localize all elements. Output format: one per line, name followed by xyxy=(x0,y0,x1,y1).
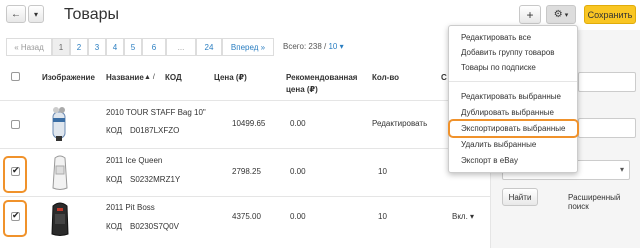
total-label: Всего: 238 / xyxy=(283,42,327,51)
product-image xyxy=(52,155,68,190)
product-code: D0187LXFZO xyxy=(130,126,180,135)
menu-item-subscription-products[interactable]: Товары по подписке xyxy=(461,63,536,72)
product-image xyxy=(51,202,69,236)
pagination-page[interactable]: 4 xyxy=(106,38,124,56)
product-code: S0232MRZ1Y xyxy=(130,175,181,184)
menu-item-delete-selected[interactable]: Удалить выбранные xyxy=(461,140,536,149)
menu-item-edit-selected[interactable]: Редактировать выбранные xyxy=(461,92,561,101)
product-name-link[interactable]: 2011 Pit Boss xyxy=(106,203,155,212)
chevron-down-icon: ▾ xyxy=(33,9,38,19)
product-code-label: КОД xyxy=(106,175,123,184)
product-price: 4375.00 xyxy=(232,212,261,221)
product-code-label: КОД xyxy=(106,222,123,231)
table-divider xyxy=(0,196,490,197)
row-checkbox[interactable] xyxy=(11,120,20,129)
product-rec-price: 0.00 xyxy=(290,212,306,221)
gear-icon: ⚙ xyxy=(553,9,563,20)
pagination-page[interactable]: 3 xyxy=(88,38,106,56)
chevron-down-icon: ▾ xyxy=(564,11,569,19)
column-header-code[interactable]: КОД xyxy=(165,72,182,84)
back-menu-button[interactable]: ▾ xyxy=(28,5,44,23)
column-header-rec-price-2[interactable]: цена (₽) xyxy=(286,84,318,96)
add-button[interactable]: + xyxy=(519,5,541,24)
column-header-status[interactable]: С xyxy=(441,72,447,84)
pagination-ellipsis: ... xyxy=(166,38,196,56)
back-arrow-icon: ← xyxy=(11,8,21,20)
table-divider xyxy=(0,148,490,149)
pagination-prev[interactable]: « Назад xyxy=(6,38,52,56)
product-price: 2798.25 xyxy=(232,167,261,176)
product-name-link[interactable]: 2011 Ice Queen xyxy=(106,156,162,165)
product-name-link[interactable]: 2010 TOUR STAFF Bag 10" xyxy=(106,108,206,117)
menu-item-edit-all[interactable]: Редактировать все xyxy=(461,33,531,42)
menu-divider xyxy=(449,81,577,82)
table-divider xyxy=(0,100,490,101)
pagination-page[interactable]: 24 xyxy=(196,38,222,56)
page-title: Товары xyxy=(64,6,120,23)
product-price: 10499.65 xyxy=(232,119,266,128)
product-code: B0230S7Q0V xyxy=(130,222,179,231)
pagination-next[interactable]: Вперед » xyxy=(222,38,274,56)
column-header-qty[interactable]: Кол-во xyxy=(372,72,399,84)
column-header-image: Изображение xyxy=(42,73,95,82)
plus-icon: + xyxy=(526,7,534,22)
sort-icon[interactable]: ▲ / xyxy=(144,72,155,84)
row-checkbox[interactable] xyxy=(11,210,20,221)
select-all-checkbox[interactable] xyxy=(11,72,20,81)
column-header-rec-price[interactable]: Рекомендованная xyxy=(286,72,357,84)
per-page-select[interactable]: 10 ▾ xyxy=(328,42,343,51)
pagination-page[interactable]: 2 xyxy=(70,38,88,56)
product-qty: 10 xyxy=(378,212,387,221)
total-count: Всего: 238 / 10 ▾ xyxy=(283,42,344,51)
product-qty: 10 xyxy=(378,167,387,176)
advanced-search-link[interactable]: Расширенный поиск xyxy=(568,193,640,211)
column-header-name[interactable]: Название xyxy=(106,72,144,84)
product-rec-price: 0.00 xyxy=(290,119,306,128)
product-rec-price: 0.00 xyxy=(290,167,306,176)
settings-dropdown-menu: Редактировать все Добавить группу товаро… xyxy=(448,25,578,173)
settings-dropdown-button[interactable]: ⚙ ▾ xyxy=(546,5,576,24)
search-field[interactable] xyxy=(578,72,636,92)
back-button[interactable]: ← xyxy=(6,5,26,23)
menu-item-add-product-group[interactable]: Добавить группу товаров xyxy=(461,48,555,57)
edit-qty-link[interactable]: Редактировать xyxy=(372,119,427,128)
pagination-page[interactable]: 1 xyxy=(52,38,70,56)
pagination-page[interactable]: 6 xyxy=(142,38,166,56)
product-code-label: КОД xyxy=(106,126,123,135)
menu-item-export-ebay[interactable]: Экспорт в eBay xyxy=(461,156,518,165)
search-button[interactable]: Найти xyxy=(502,188,538,206)
row-checkbox[interactable] xyxy=(11,165,20,176)
column-header-price[interactable]: Цена (₽) xyxy=(214,72,247,84)
menu-item-highlight xyxy=(448,119,579,138)
product-image xyxy=(52,107,66,141)
menu-item-duplicate-selected[interactable]: Дублировать выбранные xyxy=(461,108,554,117)
status-dropdown[interactable]: Вкл. ▾ xyxy=(452,212,474,221)
save-button[interactable]: Сохранить xyxy=(584,5,636,24)
pagination-page[interactable]: 5 xyxy=(124,38,142,56)
search-field[interactable] xyxy=(578,118,636,138)
chevron-down-icon: ▾ xyxy=(619,165,624,174)
